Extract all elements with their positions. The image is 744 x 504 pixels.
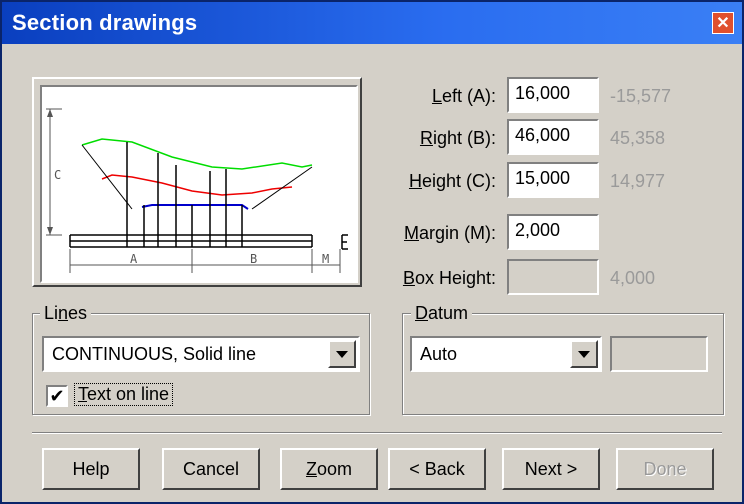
chevron-down-icon[interactable] bbox=[570, 340, 598, 368]
back-button[interactable]: < Back bbox=[388, 448, 486, 490]
datum-value-field[interactable] bbox=[610, 336, 708, 372]
label-b: B bbox=[250, 252, 257, 266]
zoom-button[interactable]: Zoom bbox=[280, 448, 378, 490]
label-a: A bbox=[130, 252, 138, 266]
label-c: C bbox=[54, 168, 61, 182]
design-line-red bbox=[101, 174, 293, 196]
line-type-selected: CONTINUOUS, Solid line bbox=[52, 344, 257, 364]
height-input[interactable]: 15,000 bbox=[507, 162, 599, 198]
box-height-label: Box Height: bbox=[402, 268, 496, 288]
height-label: Height (C): bbox=[408, 171, 496, 191]
next-button[interactable]: Next > bbox=[502, 448, 600, 490]
done-button[interactable]: Done bbox=[616, 448, 714, 490]
cancel-button[interactable]: Cancel bbox=[162, 448, 260, 490]
chevron-down-icon[interactable] bbox=[328, 340, 356, 368]
ground-line-green bbox=[81, 138, 313, 170]
margin-label: Margin (M): bbox=[403, 223, 496, 243]
margin-input[interactable]: 2,000 bbox=[507, 214, 599, 250]
right-label: Right (B): bbox=[419, 128, 496, 148]
label-m: M bbox=[322, 252, 329, 266]
close-icon[interactable]: ✕ bbox=[712, 12, 734, 34]
check-icon: ✔ bbox=[49, 386, 65, 406]
section-preview-diagram: C A B M bbox=[40, 85, 358, 283]
right-computed-value: 45,358 bbox=[610, 128, 666, 148]
left-computed-value: -15,577 bbox=[610, 86, 672, 106]
title-bar[interactable]: Section drawings ✕ bbox=[2, 2, 742, 44]
section-drawings-dialog: Section drawings ✕ C A B M Left (A): 16,… bbox=[0, 0, 744, 504]
separator bbox=[32, 432, 722, 434]
help-button[interactable]: Help bbox=[42, 448, 140, 490]
right-input[interactable]: 46,000 bbox=[507, 119, 599, 155]
lines-group-legend: Lines bbox=[40, 303, 92, 324]
window-title: Section drawings bbox=[12, 10, 198, 35]
box-height-computed-value: 4,000 bbox=[610, 268, 656, 288]
text-on-line-label[interactable]: Text on line bbox=[74, 383, 174, 406]
datum-group-legend: Datum bbox=[411, 303, 473, 324]
height-computed-value: 14,977 bbox=[610, 171, 666, 191]
left-label: Left (A): bbox=[431, 86, 496, 106]
left-input[interactable]: 16,000 bbox=[507, 77, 599, 113]
text-on-line-checkbox[interactable]: ✔ bbox=[46, 385, 68, 407]
datum-select[interactable]: Auto bbox=[410, 336, 602, 372]
box-height-input[interactable] bbox=[507, 259, 599, 295]
section-preview-svg: C A B M bbox=[46, 108, 348, 273]
preview-frame: C A B M bbox=[32, 77, 362, 287]
datum-selected: Auto bbox=[420, 344, 458, 364]
line-type-select[interactable]: CONTINUOUS, Solid line bbox=[42, 336, 360, 372]
